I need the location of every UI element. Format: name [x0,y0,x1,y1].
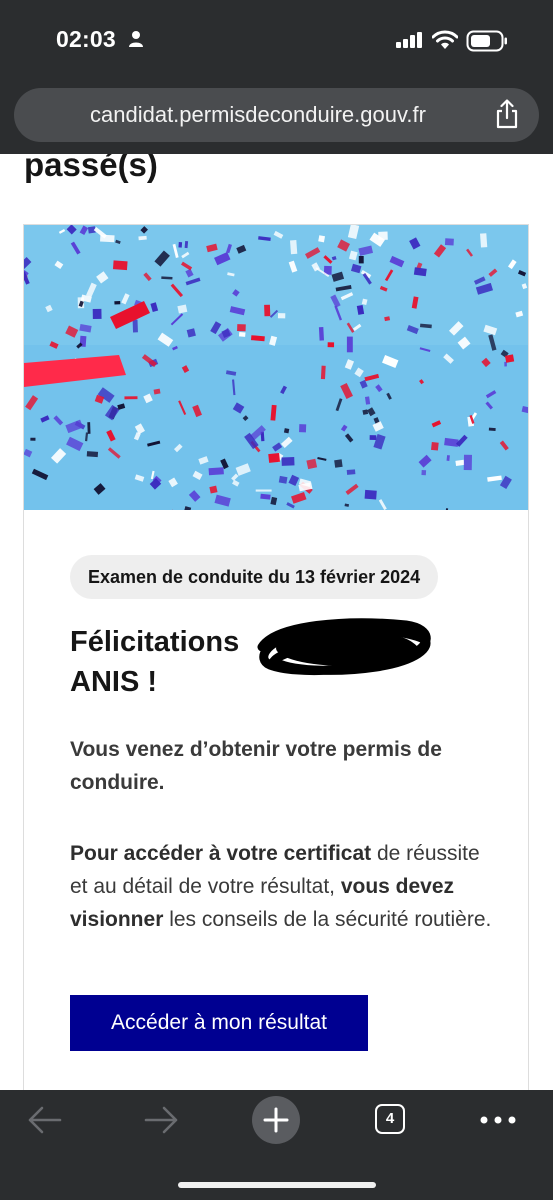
confetti-piece [318,327,325,341]
confetti-piece [488,427,496,431]
instructions-text-4: les conseils de la sécurité routière. [163,908,492,931]
confetti-piece [260,493,271,500]
signal-icon [396,32,422,48]
view-result-button[interactable]: Accéder à mon résultat [70,995,368,1051]
confetti-image [24,225,528,510]
confetti-piece [87,422,91,434]
confetti-piece [334,459,343,468]
confetti-piece [92,308,102,320]
confetti-piece [444,238,454,246]
confetti-piece [281,457,295,466]
wifi-icon [432,30,458,49]
confetti-piece [346,469,356,475]
result-card: Examen de conduite du 13 février 2024 Fé… [23,224,529,1090]
confetti-piece [318,235,326,243]
instructions-bold-1: Pour accéder à votre certificat [70,842,372,865]
confetti-piece [290,240,298,255]
confetti-piece [480,233,488,248]
confetti-piece [30,437,36,441]
confetti-piece [358,256,364,264]
exam-date-badge: Examen de conduite du 13 février 2024 [70,555,439,599]
confetti-piece [431,441,439,451]
confetti-piece [264,304,271,317]
confetti-piece [124,396,138,400]
confetti-piece [255,489,272,492]
confetti-piece [138,235,147,241]
confetti-piece [446,455,450,461]
confetti-piece [320,365,326,380]
page-content: passé(s) Examen de conduite du 13 févrie… [0,154,553,1090]
url-text: candidat.permisdeconduire.gouv.fr [90,102,426,127]
more-icon[interactable] [480,1116,516,1124]
forward-icon[interactable] [142,1104,180,1136]
success-message: Vous venez d’obtenir votre permis de con… [70,738,442,794]
confetti-piece [112,260,128,271]
confetti-piece [208,467,224,476]
back-icon[interactable] [26,1104,64,1136]
confetti-piece [238,331,246,337]
confetti-piece [268,453,280,463]
confetti-piece [364,489,377,500]
confetti-piece [277,313,286,319]
confetti-piece [306,458,318,470]
confetti-piece [237,324,246,332]
confetti-piece [369,435,377,441]
confetti-piece [504,354,515,363]
confetti-piece [346,336,353,353]
person-icon [129,31,143,47]
tabs-count-button[interactable]: 4 [375,1104,405,1134]
status-time: 02:03 [56,26,116,52]
confetti-piece [178,241,183,248]
battery-icon [466,30,507,52]
redaction-scribble [257,618,431,675]
confetti-piece [209,485,218,494]
share-icon[interactable] [492,98,522,130]
confetti-piece [132,319,138,333]
instructions-message: Pour accéder à votre certificat de réuss… [70,837,500,936]
confetti-piece [327,342,335,348]
url-bar[interactable]: candidat.permisdeconduire.gouv.fr [14,88,539,142]
plus-icon [263,1107,289,1133]
confetti-piece [278,475,288,484]
confetti-piece [283,428,290,434]
confetti-piece [184,240,189,249]
top-chrome: 02:03 candidat.permisdeconduire.gouv.fr [0,0,553,154]
confetti-piece [114,301,121,305]
confetti-piece [299,424,307,433]
confetti-piece [463,454,473,471]
congrats-line2: ANIS ! [70,666,157,698]
confetti-piece [86,451,99,458]
page-heading: passé(s) [24,154,158,183]
congrats-line1: Félicitations [70,626,240,658]
home-indicator [178,1182,376,1188]
confetti-piece [421,470,427,476]
new-tab-button[interactable] [252,1096,300,1144]
